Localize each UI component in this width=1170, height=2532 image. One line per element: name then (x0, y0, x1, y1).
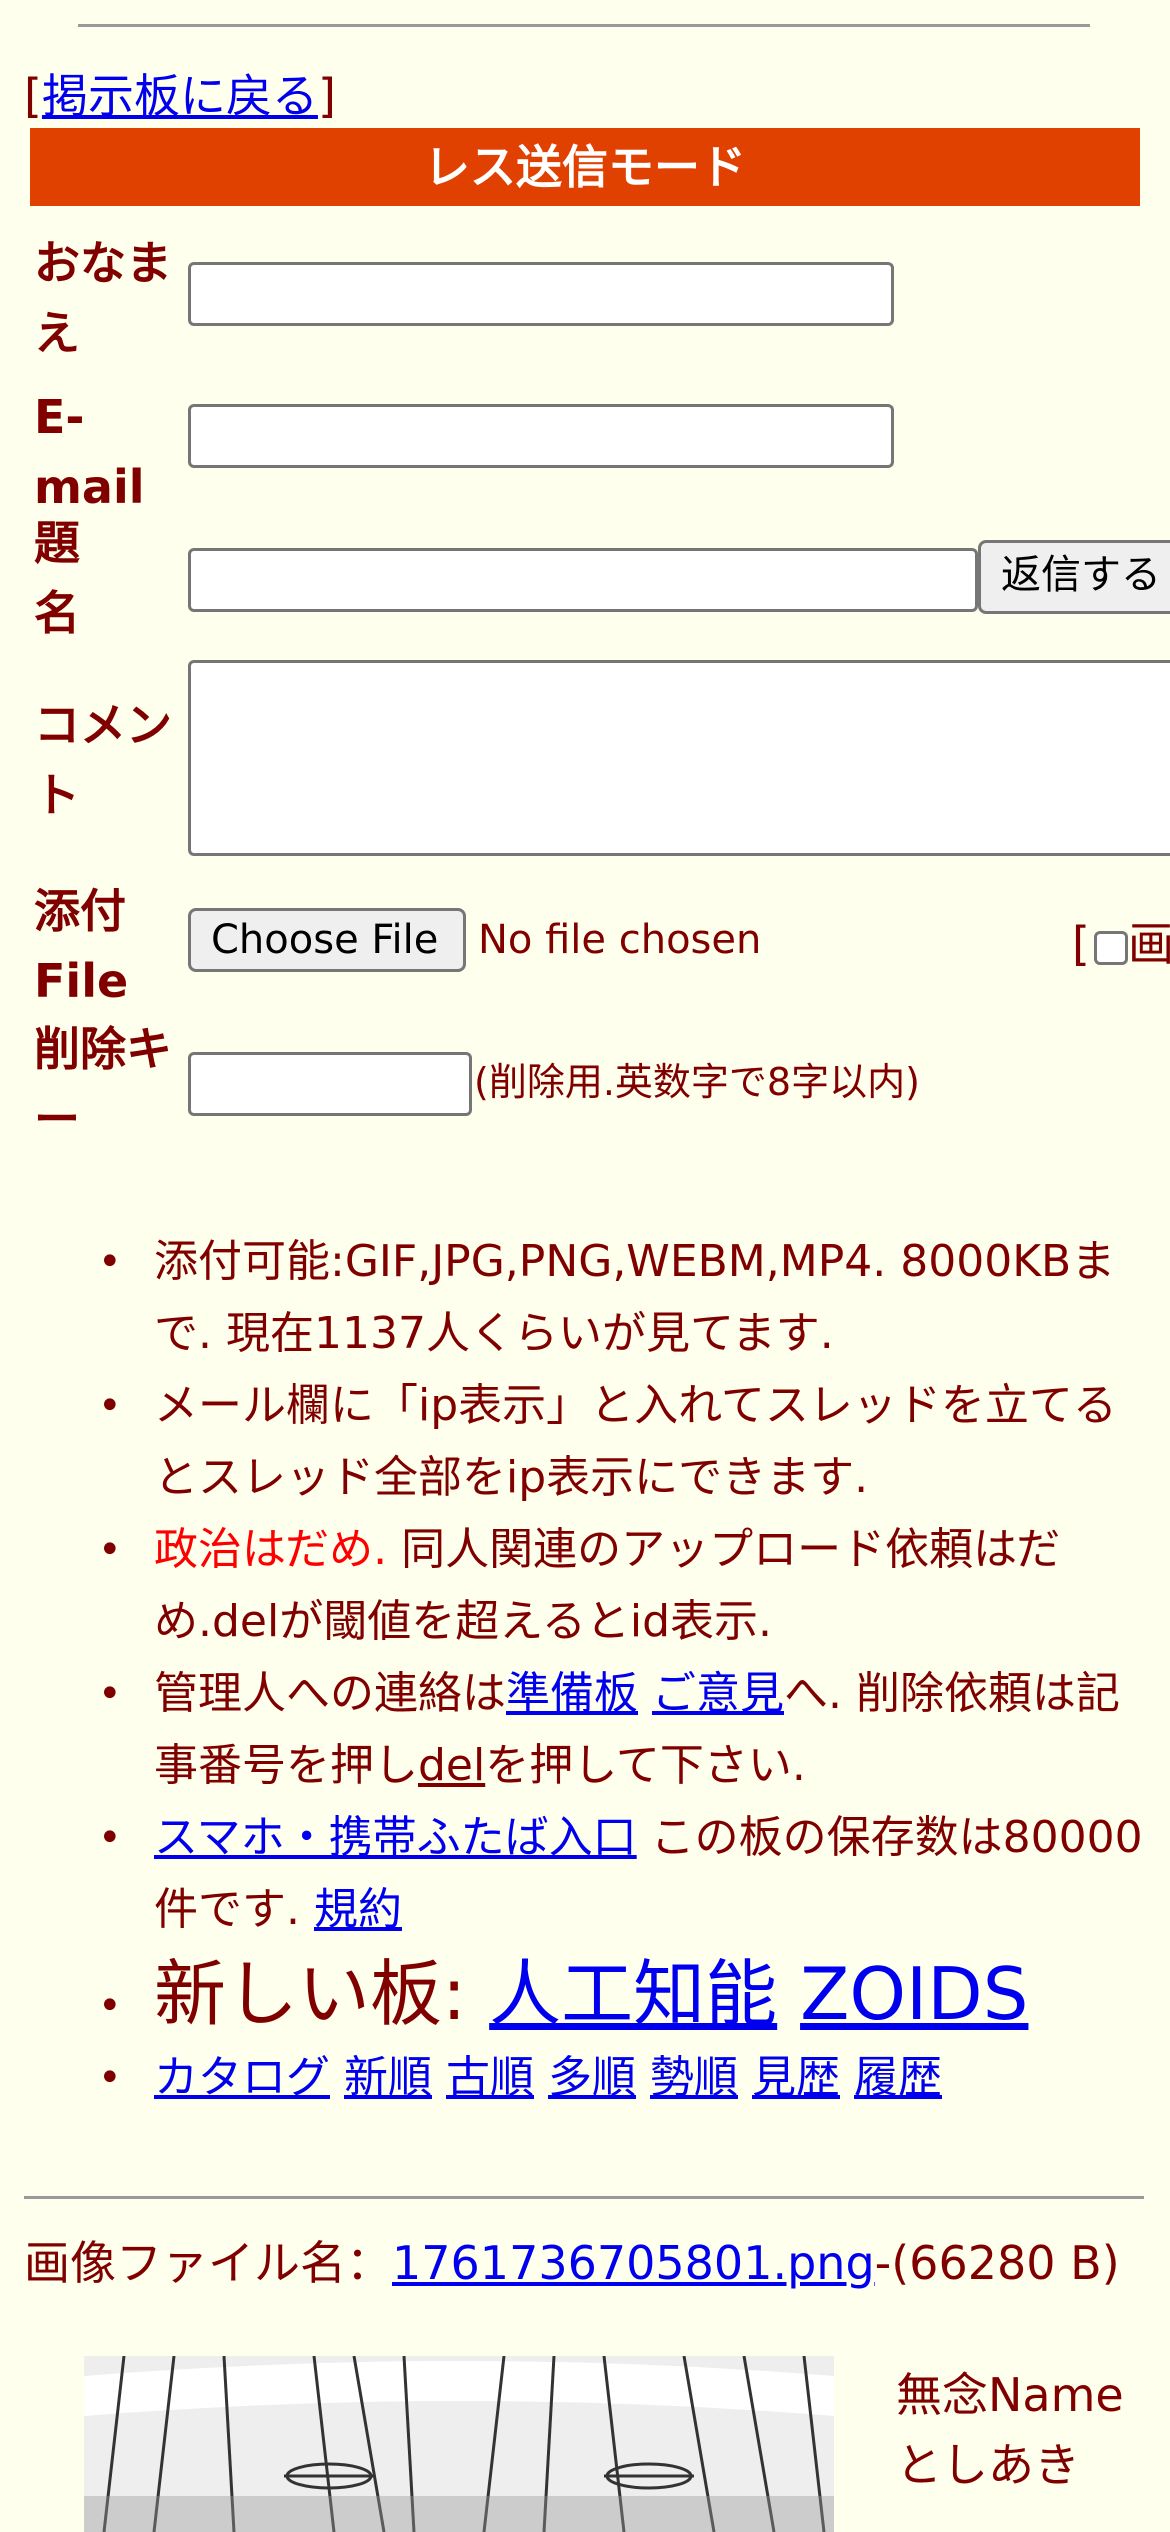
del-link[interactable]: del (418, 1740, 485, 1791)
rule-politics: 政治はだめ. 同人関連のアップロード依頼はだめ.delが閾値を超えるとid表示. (0, 1514, 1160, 1658)
rule-new-boards: 新しい板: 人工知能 ZOIDS (0, 1946, 1160, 2054)
back-to-board-link[interactable]: 掲示板に戻る (42, 69, 318, 123)
rule-attachments: 添付可能:GIF,JPG,PNG,WEBM,MP4. 8000KBまで. 現在1… (0, 1226, 1160, 1370)
choose-file-button[interactable]: Choose File (188, 908, 466, 972)
zoids-board-link[interactable]: ZOIDS (800, 1952, 1028, 2036)
name-input[interactable] (188, 262, 894, 326)
delete-key-hint: (削除用.英数字で8字以内) (474, 1060, 920, 1104)
rule-mobile: スマホ・携帯ふたば入口 この板の保存数は80000件です. 規約 (0, 1802, 1160, 1946)
ai-board-link[interactable]: 人工知能 (489, 1952, 777, 2036)
top-divider (78, 24, 1090, 27)
image-check-label: 画 (1127, 917, 1170, 971)
post-divider (24, 2196, 1144, 2199)
image-check-bracket: [ (1072, 917, 1090, 971)
rule-attachments-text: 添付可能:GIF,JPG,PNG,WEBM,MP4. 8000KBまで. 現在1… (154, 1236, 1116, 1359)
comment-label: コメント (34, 698, 172, 822)
manga-thumbnail-art (84, 2356, 834, 2532)
file-label: 添付File (34, 884, 129, 1008)
sort-new-link[interactable]: 新順 (344, 2052, 432, 2103)
comment-textarea[interactable] (188, 660, 1170, 856)
board-rules-list: 添付可能:GIF,JPG,PNG,WEBM,MP4. 8000KBまで. 現在1… (0, 1226, 1160, 2114)
subject-input[interactable] (188, 548, 978, 612)
sort-many-link[interactable]: 多順 (548, 2052, 636, 2103)
feedback-link[interactable]: ご意見 (652, 1668, 784, 1719)
rule-contact: 管理人への連絡は準備板 ご意見へ. 削除依頼は記事番号を押しdelを押して下さい… (0, 1658, 1160, 1802)
post-name: 無念Name (896, 2368, 1124, 2422)
new-boards-text: 新しい板: (154, 1952, 490, 2036)
image-check-group: [画 (1072, 908, 1170, 974)
delete-key-label: 削除キー (34, 1022, 172, 1146)
viewed-history-link[interactable]: 見歴 (752, 2052, 840, 2103)
image-checkbox[interactable] (1093, 930, 1128, 965)
mobile-entrance-link[interactable]: スマホ・携帯ふたば入口 (154, 1812, 637, 1863)
name-label: おなまえ (34, 236, 172, 360)
file-size: -(66280 B) (874, 2236, 1120, 2290)
rule-ip-display-text: メール欄に「ip表示」と入れてスレッドを立てるとスレッド全部をip表示にできます… (154, 1380, 1117, 1503)
post-meta: 無念Name としあき (896, 2360, 1124, 2500)
post-history-link[interactable]: 履歴 (854, 2052, 942, 2103)
post-author: としあき (896, 2438, 1080, 2492)
prep-board-link[interactable]: 準備板 (506, 1668, 638, 1719)
image-file-info: 画像ファイル名：1761736705801.png-(66280 B) (24, 2232, 1144, 2294)
reply-mode-banner: レス送信モード (30, 128, 1140, 206)
sort-old-link[interactable]: 古順 (446, 2052, 534, 2103)
terms-link[interactable]: 規約 (314, 1884, 402, 1935)
image-file-link[interactable]: 1761736705801.png (392, 2236, 875, 2290)
bracket-close: ] (317, 69, 336, 123)
email-input[interactable] (188, 404, 894, 468)
rule-contact-text-a: 管理人への連絡は (154, 1668, 506, 1719)
reply-submit-button[interactable]: 返信する (978, 540, 1170, 614)
file-status: No file chosen (478, 917, 762, 963)
rule-contact-text-c: を押して下さい. (485, 1740, 806, 1791)
sort-momentum-link[interactable]: 勢順 (650, 2052, 738, 2103)
rule-ip-display: メール欄に「ip表示」と入れてスレッドを立てるとスレッド全部をip表示にできます… (0, 1370, 1160, 1514)
file-name-prefix: 画像ファイル名： (24, 2236, 392, 2290)
bracket-open: [ (24, 69, 42, 123)
politics-warning: 政治はだめ. (154, 1524, 388, 1575)
delete-key-input[interactable] (188, 1052, 472, 1116)
subject-label: 題名 (34, 516, 80, 640)
post-image-thumbnail[interactable] (84, 2356, 834, 2532)
back-nav: [掲示板に戻る] (24, 60, 336, 126)
email-label: E-mail (34, 390, 145, 514)
catalog-link[interactable]: カタログ (154, 2052, 330, 2103)
rule-sort-links: カタログ 新順 古順 多順 勢順 見歴 履歴 (0, 2042, 1160, 2114)
